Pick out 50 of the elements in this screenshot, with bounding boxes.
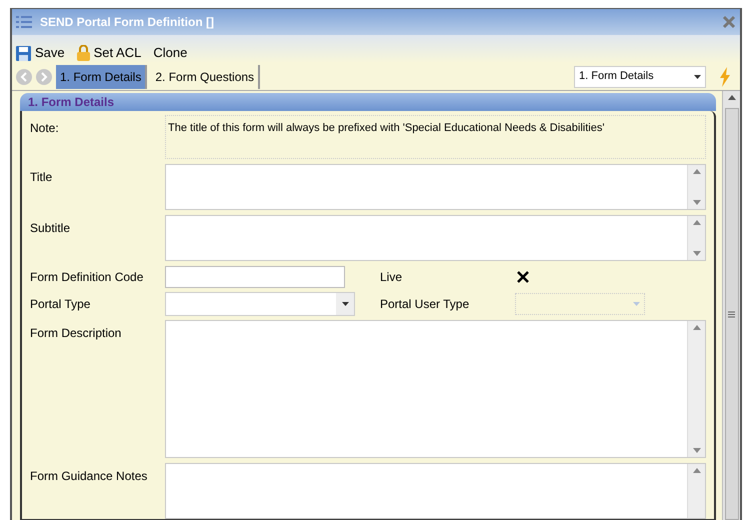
field-label: Subtitle (30, 220, 72, 237)
field-label: Live (380, 269, 404, 286)
field-label: Note: (30, 120, 60, 137)
input-field[interactable] (165, 266, 345, 288)
grip-icon (728, 310, 735, 318)
checkbox[interactable] (515, 269, 531, 285)
field-label: Portal Type (30, 296, 92, 313)
scrollbar[interactable] (687, 165, 705, 209)
text-area[interactable] (165, 215, 706, 261)
select-field[interactable] (165, 292, 355, 316)
scroll-down-icon[interactable] (692, 200, 700, 205)
note-text: The title of this form will always be prefixed with 'Special Educational Needs & Disabilities' (165, 115, 706, 159)
field-label: Title (30, 169, 54, 186)
field-label: Portal User Type (380, 296, 470, 313)
field-label: Form Definition Code (30, 269, 144, 286)
field-label: Form Guidance Notes (30, 468, 148, 485)
section-dropdown[interactable]: 1. Form Details (574, 66, 706, 88)
close-icon[interactable] (722, 15, 736, 29)
tab[interactable]: 1. Form Details (56, 64, 148, 88)
scrollbar[interactable] (722, 91, 740, 520)
scroll-up-icon[interactable] (692, 325, 700, 330)
caret-icon (694, 74, 701, 78)
caret-icon (342, 302, 348, 306)
scroll-down-icon[interactable] (692, 448, 700, 453)
tab[interactable]: 2. Form Questions (151, 64, 260, 88)
caret-icon (633, 302, 640, 306)
cross-mark-icon (517, 271, 529, 283)
section-header: 1. Form Details (20, 93, 716, 111)
scroll-up-icon[interactable] (692, 169, 700, 174)
back-icon[interactable] (16, 68, 32, 84)
text-area[interactable] (165, 164, 706, 210)
scroll-up-icon[interactable] (728, 95, 736, 100)
toolbar-button[interactable]: Clone (153, 43, 188, 63)
scrollbar[interactable] (687, 464, 705, 518)
scrollbar[interactable] (687, 216, 705, 260)
window-title: SEND Portal Form Definition [] (40, 14, 215, 31)
toolbar-button[interactable]: Save (16, 43, 65, 63)
scroll-up-icon[interactable] (692, 468, 700, 473)
scroll-up-icon[interactable] (692, 220, 700, 225)
scrollbar[interactable] (687, 321, 705, 457)
list-icon (16, 15, 32, 29)
scroll-thumb[interactable] (724, 108, 738, 520)
toolbar-button[interactable]: Set ACL (76, 43, 142, 63)
text-area[interactable] (165, 320, 706, 458)
text-area[interactable] (165, 463, 706, 519)
forward-icon[interactable] (36, 68, 52, 84)
field-label: Form Description (30, 325, 122, 342)
lightning-icon[interactable] (718, 66, 732, 86)
scroll-down-icon[interactable] (692, 251, 700, 256)
padlock-icon (76, 45, 90, 61)
